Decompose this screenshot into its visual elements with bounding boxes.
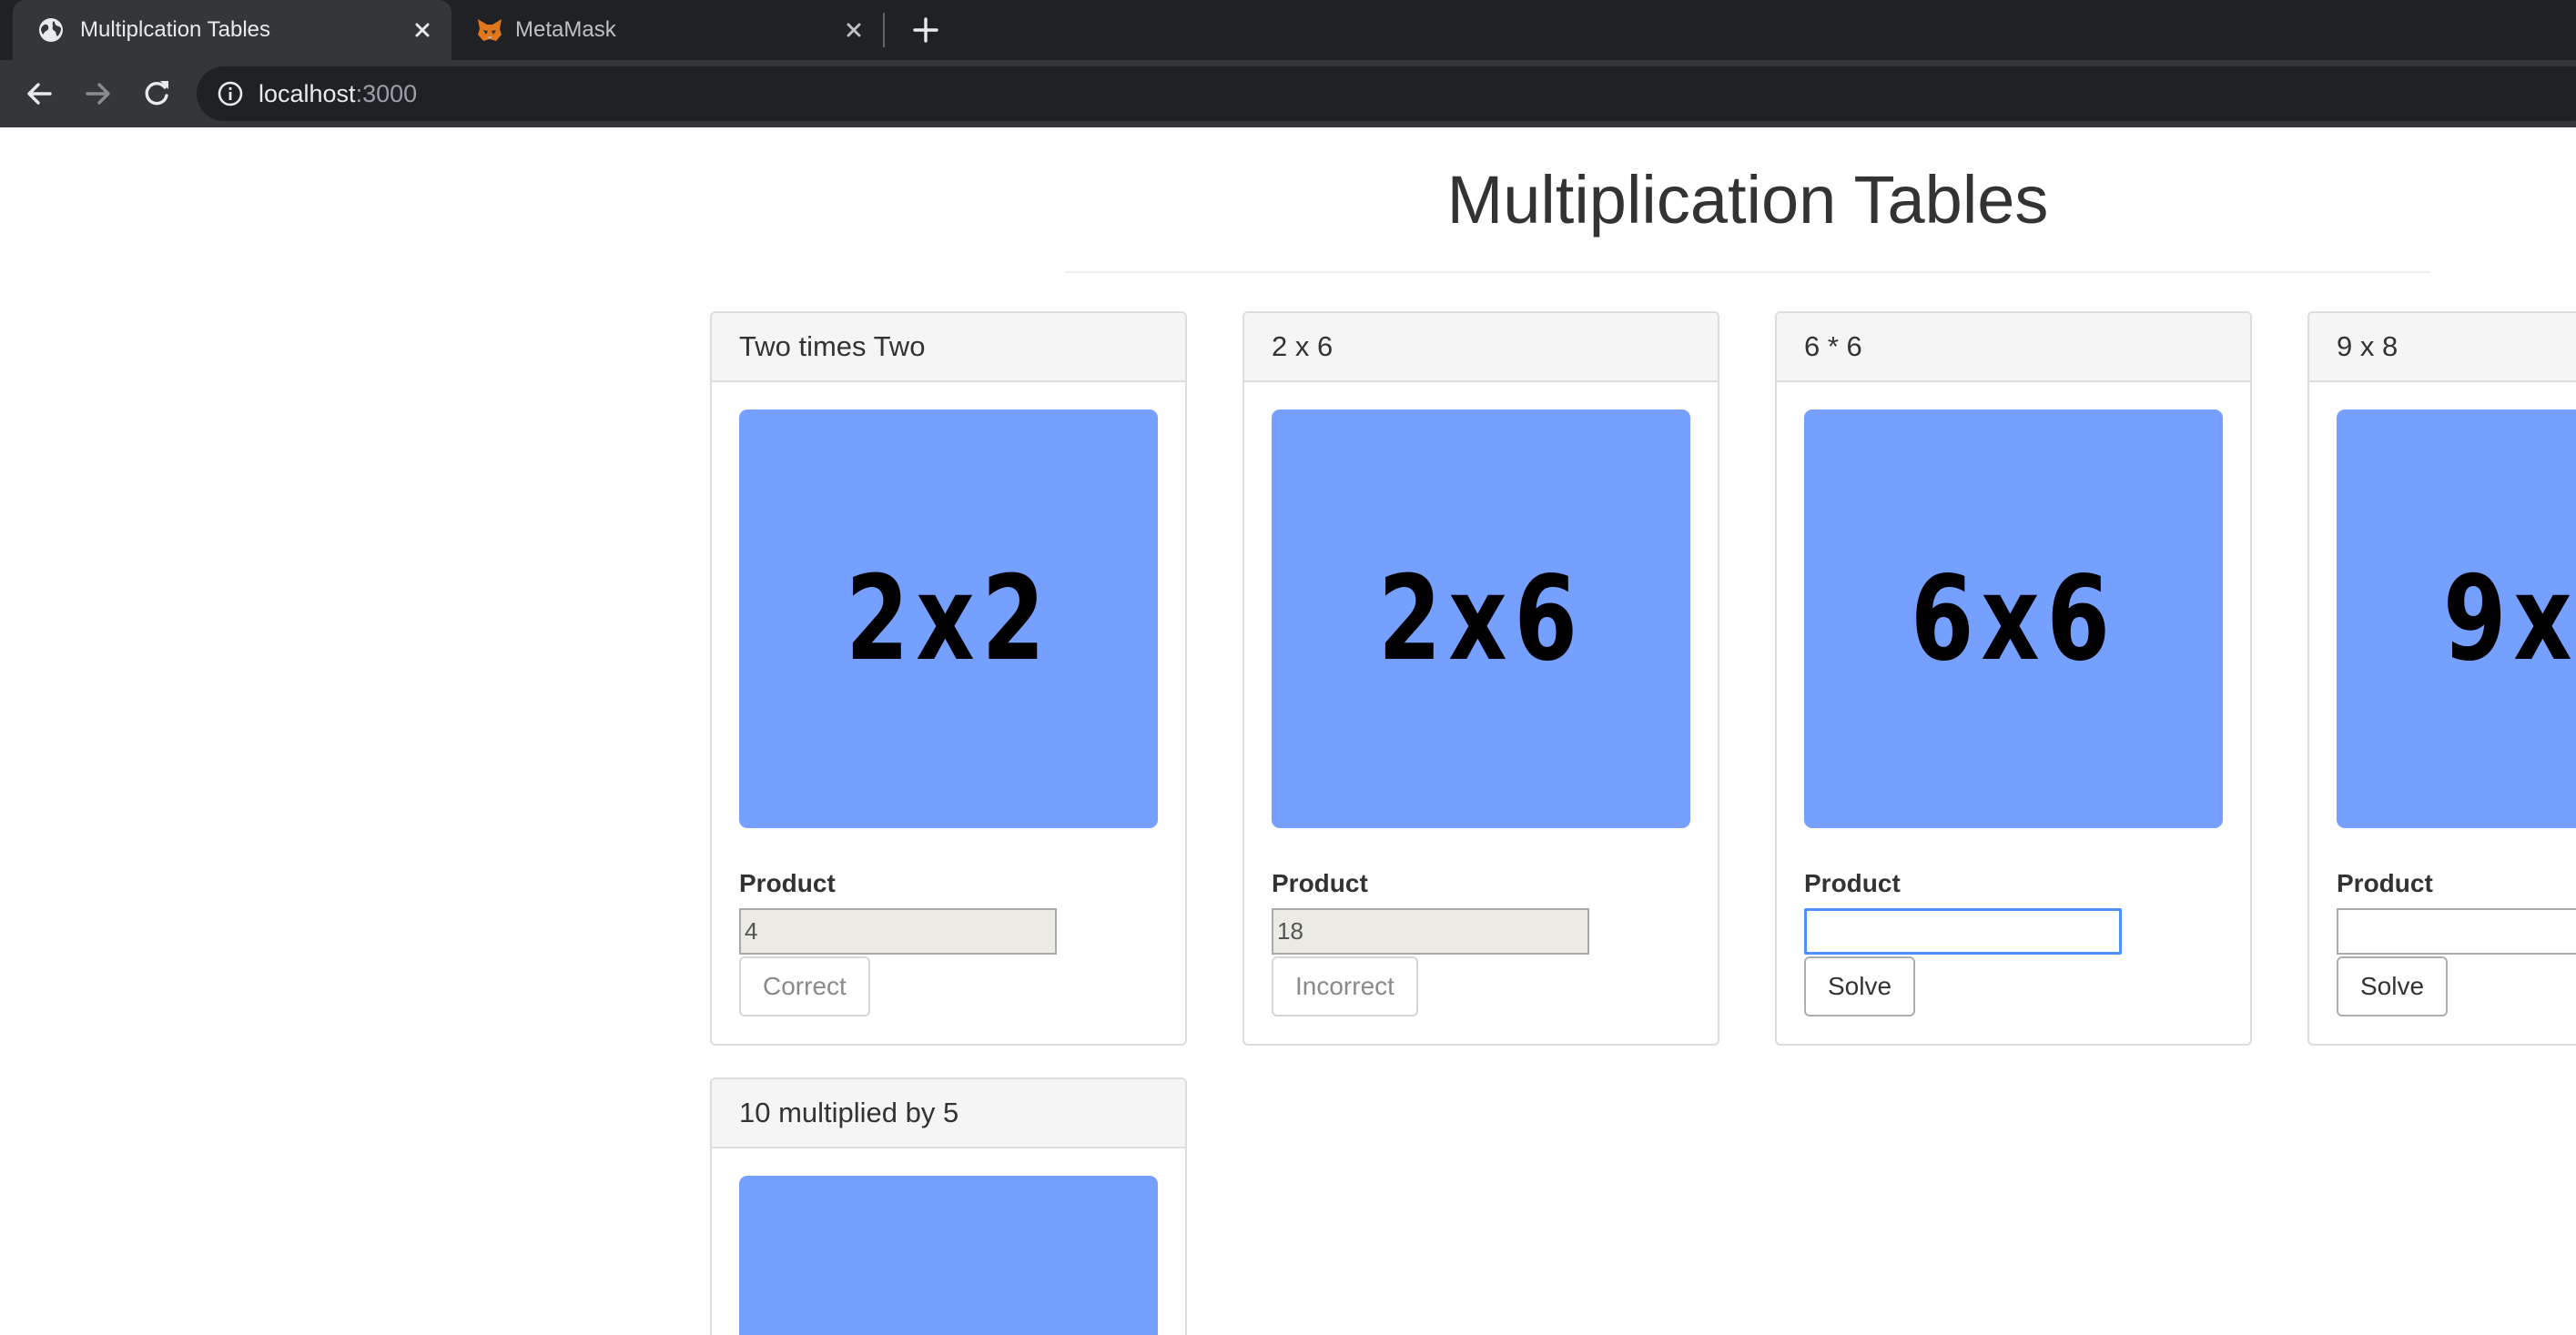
card-body: 2x6 Product Incorrect <box>1244 382 1718 1044</box>
card-10x5: 10 multiplied by 5 <box>710 1077 1187 1335</box>
address-bar[interactable]: localhost:3000 <box>197 66 2576 121</box>
card-2x6: 2 x 6 2x6 Product Incorrect <box>1242 311 1719 1046</box>
browser-tabstrip: Multiplcation Tables MetaMask <box>0 0 2576 60</box>
card-image-text: 9x8 <box>2442 551 2576 687</box>
card-heading: Two times Two <box>712 313 1185 382</box>
tab-separator <box>883 13 885 47</box>
product-input[interactable] <box>1804 908 2122 955</box>
product-input[interactable] <box>2337 908 2576 955</box>
tab-title: MetaMask <box>515 17 616 42</box>
card-body: 9x8 Product Solve <box>2309 382 2576 1044</box>
reload-icon[interactable] <box>139 76 174 111</box>
browser-toolbar: localhost:3000 <box>0 60 2576 127</box>
card-body: 6x6 Product Solve <box>1777 382 2250 1044</box>
title-divider <box>1065 271 2430 273</box>
incorrect-button[interactable]: Incorrect <box>1272 956 1418 1016</box>
product-input[interactable] <box>1272 908 1589 955</box>
url-port: :3000 <box>355 80 418 107</box>
page-title: Multiplication Tables <box>1446 162 2049 238</box>
card-9x8: 9 x 8 9x8 Product Solve <box>2307 311 2576 1046</box>
card-image <box>739 1176 1158 1335</box>
product-label: Product <box>1804 869 1901 897</box>
card-image-text: 2x2 <box>845 551 1052 687</box>
back-arrow-icon[interactable] <box>22 76 56 111</box>
card-image: 2x6 <box>1272 410 1690 828</box>
globe-icon <box>39 18 63 42</box>
forward-arrow-icon[interactable] <box>81 76 116 111</box>
tab-title: Multiplcation Tables <box>80 17 271 42</box>
card-body <box>712 1148 1185 1335</box>
card-body: 2x2 Product Correct <box>712 382 1185 1044</box>
card-heading: 6 * 6 <box>1777 313 2250 382</box>
product-label: Product <box>2337 869 2433 897</box>
card-two-times-two: Two times Two 2x2 Product Correct <box>710 311 1187 1046</box>
metamask-fox-icon <box>478 19 502 41</box>
card-image: 9x8 <box>2337 410 2576 828</box>
info-icon[interactable] <box>217 80 244 107</box>
card-heading: 10 multiplied by 5 <box>712 1079 1185 1148</box>
card-6x6: 6 * 6 6x6 Product Solve <box>1775 311 2252 1046</box>
close-icon[interactable] <box>841 17 867 43</box>
card-heading: 9 x 8 <box>2309 313 2576 382</box>
card-image-text: 6x6 <box>1910 551 2117 687</box>
card-image-text: 2x6 <box>1377 551 1585 687</box>
card-heading: 2 x 6 <box>1244 313 1718 382</box>
url-text: localhost:3000 <box>259 66 417 121</box>
product-label: Product <box>739 869 836 897</box>
solve-button[interactable]: Solve <box>1804 956 1916 1016</box>
close-icon[interactable] <box>410 17 435 43</box>
product-label: Product <box>1272 869 1368 897</box>
correct-button[interactable]: Correct <box>739 956 870 1016</box>
url-host: localhost <box>259 80 356 107</box>
new-tab-plus-icon[interactable] <box>909 14 942 46</box>
solve-button[interactable]: Solve <box>2337 956 2449 1016</box>
card-image: 2x2 <box>739 410 1158 828</box>
tab-multiplication-tables[interactable]: Multiplcation Tables <box>13 0 451 60</box>
card-image: 6x6 <box>1804 410 2223 828</box>
tab-metamask[interactable]: MetaMask <box>451 0 883 60</box>
product-input[interactable] <box>739 908 1057 955</box>
